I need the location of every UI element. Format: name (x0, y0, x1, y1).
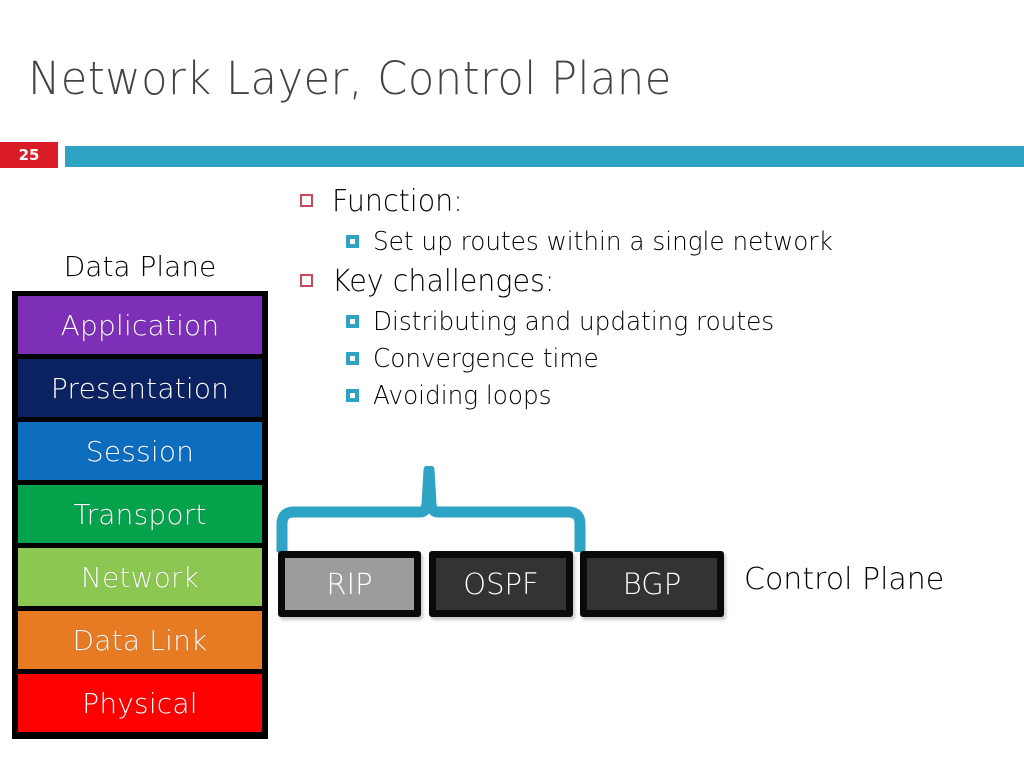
list-item: Avoiding loops (346, 379, 1000, 414)
control-plane-brace-icon (276, 466, 586, 552)
list-item-label: Set up routes within a single network (373, 227, 833, 257)
list-item: Set up routes within a single network (346, 225, 1000, 260)
square-filled-bullet-icon (346, 315, 359, 328)
list-item-label: Convergence time (373, 344, 599, 374)
data-plane-label: Data Plane (63, 250, 217, 283)
osi-layer-session: Session (18, 422, 262, 480)
list-item-label: Distributing and updating routes (373, 307, 775, 337)
osi-layer-network: Network (18, 548, 262, 606)
list-item: Key challenges: (300, 262, 1000, 301)
list-item-label: Function: (332, 184, 463, 219)
square-filled-bullet-icon (346, 235, 359, 248)
osi-layer-transport: Transport (18, 485, 262, 543)
osi-layer-presentation: Presentation (18, 359, 262, 417)
osi-layer-stack: Application Presentation Session Transpo… (12, 291, 268, 739)
page-title: Network Layer, Control Plane (28, 52, 672, 105)
list-item-label: Key challenges: (332, 264, 555, 299)
protocol-box-bgp[interactable]: BGP (580, 551, 724, 617)
square-filled-bullet-icon (346, 352, 359, 365)
bullet-list: Function: Set up routes within a single … (300, 182, 1000, 416)
slide-number-badge: 25 (0, 142, 58, 168)
protocol-box-ospf[interactable]: OSPF (429, 551, 573, 617)
osi-layer-physical: Physical (18, 674, 262, 732)
square-outline-bullet-icon (300, 274, 313, 287)
osi-layer-data-link: Data Link (18, 611, 262, 669)
square-outline-bullet-icon (300, 194, 313, 207)
list-item: Distributing and updating routes (346, 305, 1000, 340)
list-item: Function: (300, 182, 1000, 221)
square-filled-bullet-icon (346, 389, 359, 402)
slide-canvas: Network Layer, Control Plane 25 Function… (0, 0, 1024, 768)
header-accent-bar (65, 146, 1024, 167)
osi-layer-application: Application (18, 296, 262, 354)
list-item-label: Avoiding loops (373, 381, 552, 411)
protocol-box-rip[interactable]: RIP (278, 551, 421, 617)
list-item: Convergence time (346, 342, 1000, 377)
control-plane-label: Control Plane (744, 562, 945, 597)
